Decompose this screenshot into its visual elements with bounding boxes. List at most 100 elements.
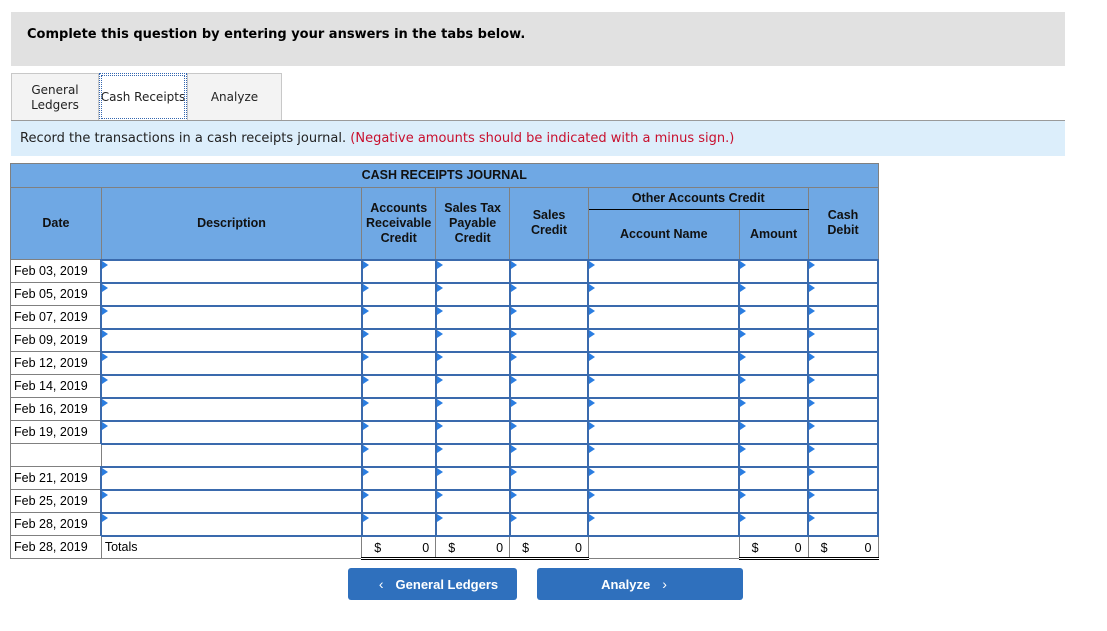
sales-credit-input[interactable] bbox=[508, 350, 590, 376]
sales-credit-input[interactable] bbox=[508, 373, 590, 399]
description-input[interactable] bbox=[100, 350, 363, 376]
cash-debit-input[interactable] bbox=[807, 465, 879, 491]
sales-credit-input[interactable] bbox=[508, 419, 590, 445]
account-name-input[interactable] bbox=[587, 465, 741, 491]
ar-credit-input[interactable] bbox=[360, 281, 437, 307]
sales-tax-payable-credit-input[interactable] bbox=[434, 258, 511, 284]
cash-debit-input[interactable] bbox=[807, 442, 879, 468]
description-input[interactable] bbox=[100, 396, 363, 422]
ar-credit-input[interactable] bbox=[360, 442, 437, 468]
account-name-input[interactable] bbox=[587, 511, 741, 537]
cash-debit-input[interactable] bbox=[807, 373, 879, 399]
sales-tax-payable-credit-input[interactable] bbox=[434, 281, 511, 307]
cash-receipts-journal: CASH RECEIPTS JOURNAL Date Description A… bbox=[10, 163, 879, 560]
description-input[interactable] bbox=[100, 304, 363, 330]
ar-credit-input[interactable] bbox=[360, 419, 437, 445]
row-date: Feb 28, 2019 bbox=[10, 512, 102, 536]
amount-input[interactable] bbox=[738, 442, 810, 468]
sales-credit-input[interactable] bbox=[508, 511, 590, 537]
cash-debit-input[interactable] bbox=[807, 488, 879, 514]
sales-credit-input[interactable] bbox=[508, 488, 590, 514]
amount-input[interactable] bbox=[738, 488, 810, 514]
banner-text: Complete this question by entering your … bbox=[27, 27, 526, 42]
sales-credit-input[interactable] bbox=[508, 442, 590, 468]
amount-input[interactable] bbox=[738, 258, 810, 284]
amount-input[interactable] bbox=[738, 419, 810, 445]
header-cash-debit: Cash Debit bbox=[807, 187, 879, 260]
description-input[interactable] bbox=[100, 488, 363, 514]
account-name-input[interactable] bbox=[587, 373, 741, 399]
description-input[interactable] bbox=[100, 281, 363, 307]
description-input[interactable] bbox=[100, 511, 363, 537]
tab-cash-receipts[interactable]: Cash Receipts bbox=[99, 73, 187, 121]
description-input[interactable] bbox=[100, 327, 363, 353]
sales-credit-input[interactable] bbox=[508, 465, 590, 491]
cash-debit-input[interactable] bbox=[807, 304, 879, 330]
sales-tax-payable-credit-input[interactable] bbox=[434, 304, 511, 330]
description-input[interactable] bbox=[100, 373, 363, 399]
ar-credit-input[interactable] bbox=[360, 258, 437, 284]
amount-input[interactable] bbox=[738, 511, 810, 537]
sales-credit-input[interactable] bbox=[508, 327, 590, 353]
amount-input[interactable] bbox=[738, 281, 810, 307]
amount-input[interactable] bbox=[738, 373, 810, 399]
description-input[interactable] bbox=[100, 419, 363, 445]
cash-debit-input[interactable] bbox=[807, 511, 879, 537]
account-name-input[interactable] bbox=[587, 304, 741, 330]
account-name-input[interactable] bbox=[587, 396, 741, 422]
tab-analyze[interactable]: Analyze bbox=[187, 73, 282, 121]
sales-credit-input[interactable] bbox=[508, 281, 590, 307]
amount-input[interactable] bbox=[738, 465, 810, 491]
next-analyze-button[interactable]: Analyze › bbox=[537, 568, 743, 600]
cash-debit-input[interactable] bbox=[807, 396, 879, 422]
ar-credit-input[interactable] bbox=[360, 327, 437, 353]
sales-tax-payable-credit-input[interactable] bbox=[434, 396, 511, 422]
cash-debit-input[interactable] bbox=[807, 350, 879, 376]
ar-credit-input[interactable] bbox=[360, 511, 437, 537]
cash-debit-input[interactable] bbox=[807, 327, 879, 353]
sales-tax-payable-credit-input[interactable] bbox=[434, 465, 511, 491]
totals-date: Feb 28, 2019 bbox=[10, 535, 102, 559]
amount-input[interactable] bbox=[738, 304, 810, 330]
amount-input[interactable] bbox=[738, 327, 810, 353]
ar-credit-input[interactable] bbox=[360, 373, 437, 399]
amount-input[interactable] bbox=[738, 350, 810, 376]
journal-row: Feb 07, 2019 bbox=[10, 304, 879, 330]
tab-general-ledgers[interactable]: General Ledgers bbox=[11, 73, 99, 121]
sales-credit-input[interactable] bbox=[508, 304, 590, 330]
cash-debit-input[interactable] bbox=[807, 281, 879, 307]
instructions-banner: Complete this question by entering your … bbox=[11, 12, 1065, 66]
ar-credit-input[interactable] bbox=[360, 465, 437, 491]
sales-tax-payable-credit-input[interactable] bbox=[434, 442, 511, 468]
account-name-input[interactable] bbox=[587, 327, 741, 353]
account-name-input[interactable] bbox=[587, 442, 741, 468]
cash-debit-input[interactable] bbox=[807, 258, 879, 284]
sales-tax-payable-credit-input[interactable] bbox=[434, 488, 511, 514]
sales-credit-input[interactable] bbox=[508, 396, 590, 422]
sales-credit-input[interactable] bbox=[508, 258, 590, 284]
sales-tax-payable-credit-input[interactable] bbox=[434, 327, 511, 353]
account-name-input[interactable] bbox=[587, 419, 741, 445]
ar-credit-input[interactable] bbox=[360, 304, 437, 330]
account-name-input[interactable] bbox=[587, 258, 741, 284]
ar-credit-input[interactable] bbox=[360, 488, 437, 514]
description-input[interactable] bbox=[100, 258, 363, 284]
amount-input[interactable] bbox=[738, 396, 810, 422]
sales-tax-payable-credit-input[interactable] bbox=[434, 373, 511, 399]
chevron-left-icon: ‹ bbox=[378, 576, 384, 592]
ar-credit-input[interactable] bbox=[360, 396, 437, 422]
sales-tax-payable-credit-input[interactable] bbox=[434, 511, 511, 537]
ar-credit-input[interactable] bbox=[360, 350, 437, 376]
prev-general-ledgers-button[interactable]: ‹ General Ledgers bbox=[348, 568, 517, 600]
description-input[interactable] bbox=[100, 465, 363, 491]
account-name-input[interactable] bbox=[587, 488, 741, 514]
cash-debit-input[interactable] bbox=[807, 419, 879, 445]
journal-row: Feb 14, 2019 bbox=[10, 373, 879, 399]
journal-row: Feb 25, 2019 bbox=[10, 488, 879, 514]
sales-tax-payable-credit-input[interactable] bbox=[434, 419, 511, 445]
row-date: Feb 14, 2019 bbox=[10, 374, 102, 398]
account-name-input[interactable] bbox=[587, 350, 741, 376]
sales-tax-payable-credit-input[interactable] bbox=[434, 350, 511, 376]
account-name-input[interactable] bbox=[587, 281, 741, 307]
tab-bar: General Ledgers Cash Receipts Analyze bbox=[11, 73, 282, 121]
